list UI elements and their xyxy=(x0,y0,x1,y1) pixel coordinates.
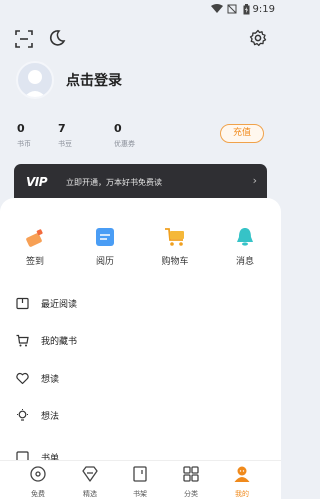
stat-value: 7 xyxy=(58,122,66,135)
bottom-tab-bar: 免费 精选 书架 分类 我的 xyxy=(0,460,281,499)
profile-icon xyxy=(234,466,250,482)
cart-icon xyxy=(165,228,184,246)
top-bar xyxy=(0,28,281,50)
vip-promo-text: 立即开通，万本好书免费读 xyxy=(66,178,162,187)
scan-icon[interactable] xyxy=(15,30,33,48)
quick-action-cart[interactable]: 购物车 xyxy=(145,226,205,267)
battery-icon xyxy=(243,4,250,15)
status-bar: 9:19 xyxy=(0,0,281,20)
wifi-icon xyxy=(211,4,223,13)
tab-bookshelf[interactable]: 书架 xyxy=(120,465,160,499)
tab-label: 免费 xyxy=(31,490,45,498)
list-icon xyxy=(16,451,29,460)
chevron-right-icon: › xyxy=(252,174,257,187)
pencil-icon xyxy=(26,229,43,247)
bookshelf-icon xyxy=(133,466,147,482)
tab-label: 我的 xyxy=(235,490,249,498)
menu-item-book-list[interactable]: 书单 xyxy=(16,448,266,460)
quick-action-sign-in[interactable]: 签到 xyxy=(5,226,65,267)
diamond-icon xyxy=(82,466,98,482)
bulb-icon xyxy=(17,409,28,421)
quick-action-label: 签到 xyxy=(25,257,44,267)
settings-gear-icon[interactable] xyxy=(249,29,267,47)
user-placeholder-icon xyxy=(24,70,46,97)
document-icon xyxy=(96,228,114,246)
menu-item-label: 我的藏书 xyxy=(41,337,78,347)
quick-action-label: 购物车 xyxy=(161,257,189,267)
recharge-button[interactable]: 充值 xyxy=(220,124,264,143)
status-time: 9:19 xyxy=(252,4,275,15)
book-icon xyxy=(16,297,29,310)
menu-item-want-to-read[interactable]: 想读 xyxy=(16,369,266,389)
quick-action-label: 消息 xyxy=(235,257,254,267)
vip-banner[interactable]: VIP 立即开通，万本好书免费读 › xyxy=(14,164,267,200)
menu-item-label: 书单 xyxy=(41,454,60,460)
menu-item-label: 想读 xyxy=(41,375,60,385)
stat-coupons[interactable]: 0 优惠券 xyxy=(114,122,135,149)
quick-action-messages[interactable]: 消息 xyxy=(215,226,275,267)
cart-outline-icon xyxy=(16,334,29,347)
tab-label: 精选 xyxy=(83,490,97,498)
stat-value: 0 xyxy=(17,122,25,135)
signal-off-icon xyxy=(227,4,237,14)
grid-icon xyxy=(183,466,199,482)
bell-icon xyxy=(237,228,253,246)
tab-mine[interactable]: 我的 xyxy=(222,465,262,499)
stat-beans[interactable]: 7 书豆 xyxy=(58,122,72,149)
stat-label: 书豆 xyxy=(58,140,72,148)
vip-logo: VIP xyxy=(26,175,48,189)
stat-label: 书币 xyxy=(17,140,31,148)
tab-categories[interactable]: 分类 xyxy=(171,465,211,499)
stat-label: 优惠券 xyxy=(114,140,135,148)
login-button[interactable]: 点击登录 xyxy=(66,70,122,90)
stat-value: 0 xyxy=(114,122,122,135)
tab-featured[interactable]: 精选 xyxy=(70,465,110,499)
free-circle-icon xyxy=(30,466,46,482)
quick-action-label: 阅历 xyxy=(95,257,114,267)
menu-item-my-collection[interactable]: 我的藏书 xyxy=(16,331,266,351)
night-mode-icon[interactable] xyxy=(48,29,66,47)
heart-icon xyxy=(16,372,29,385)
menu-item-thoughts[interactable]: 想法 xyxy=(16,406,266,426)
tab-label: 分类 xyxy=(184,490,198,498)
menu-item-recent-reading[interactable]: 最近阅读 xyxy=(16,294,266,314)
tab-free[interactable]: 免费 xyxy=(18,465,58,499)
avatar[interactable] xyxy=(16,61,54,99)
tab-label: 书架 xyxy=(133,490,147,498)
quick-action-history[interactable]: 阅历 xyxy=(75,226,135,267)
menu-item-label: 想法 xyxy=(41,412,60,422)
stat-coins[interactable]: 0 书币 xyxy=(17,122,31,149)
menu-item-label: 最近阅读 xyxy=(41,300,78,310)
